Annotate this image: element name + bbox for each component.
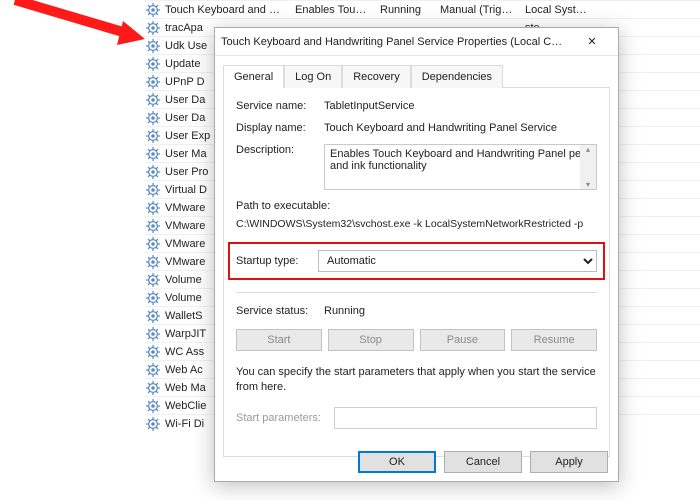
value-service-name: TabletInputService [324, 100, 597, 112]
description-box: Enables Touch Keyboard and Handwriting P… [324, 144, 597, 190]
startup-highlight: Startup type: AutomaticAutomatic (Delaye… [228, 242, 605, 280]
gear-icon [145, 254, 161, 270]
gear-icon [145, 74, 161, 90]
gear-icon [145, 164, 161, 180]
label-description: Description: [236, 144, 324, 156]
service-desc-cell: Enables Tou… [295, 4, 380, 16]
value-path: C:\WINDOWS\System32\svchost.exe -k Local… [236, 218, 597, 230]
service-logon-cell: Local Syste… [525, 4, 595, 16]
dialog-tabs: General Log On Recovery Dependencies [215, 56, 618, 87]
gear-icon [145, 56, 161, 72]
tab-general[interactable]: General [223, 65, 284, 88]
start-params-note: You can specify the start parameters tha… [236, 365, 597, 395]
label-startup-type: Startup type: [236, 255, 318, 267]
gear-icon [145, 182, 161, 198]
value-service-status: Running [324, 305, 365, 317]
gear-icon [145, 200, 161, 216]
label-display-name: Display name: [236, 122, 324, 134]
apply-button[interactable]: Apply [530, 451, 608, 473]
gear-icon [145, 362, 161, 378]
gear-icon [145, 128, 161, 144]
service-status-cell: Running [380, 4, 440, 16]
dialog-title: Touch Keyboard and Handwriting Panel Ser… [221, 36, 572, 48]
tab-dependencies[interactable]: Dependencies [411, 65, 503, 88]
gear-icon [145, 38, 161, 54]
service-type-cell: Manual (Trig… [440, 4, 525, 16]
gear-icon [145, 290, 161, 306]
gear-icon [145, 2, 161, 18]
gear-icon [145, 20, 161, 36]
gear-icon [145, 92, 161, 108]
service-name-cell: Touch Keyboard and Hand… [165, 4, 295, 16]
gear-icon [145, 236, 161, 252]
close-icon[interactable]: ✕ [572, 28, 612, 56]
gear-icon [145, 110, 161, 126]
start-params-input[interactable] [334, 407, 597, 429]
dialog-footer: OK Cancel Apply [358, 451, 608, 473]
gear-icon [145, 308, 161, 324]
divider [236, 292, 597, 293]
gear-icon [145, 146, 161, 162]
gear-icon [145, 326, 161, 342]
resume-button[interactable]: Resume [511, 329, 597, 351]
gear-icon [145, 218, 161, 234]
gear-icon [145, 398, 161, 414]
gear-icon [145, 380, 161, 396]
ok-button[interactable]: OK [358, 451, 436, 473]
gear-icon [145, 344, 161, 360]
tab-recovery[interactable]: Recovery [342, 65, 410, 88]
label-service-name: Service name: [236, 100, 324, 112]
description-scrollbar[interactable]: ▴▾ [580, 145, 596, 189]
label-service-status: Service status: [236, 305, 324, 317]
annotation-arrow [5, 0, 145, 58]
label-path: Path to executable: [236, 200, 597, 212]
cancel-button[interactable]: Cancel [444, 451, 522, 473]
table-row[interactable]: Touch Keyboard and Hand…Enables Tou…Runn… [145, 0, 700, 18]
value-display-name: Touch Keyboard and Handwriting Panel Ser… [324, 122, 597, 134]
value-description: Enables Touch Keyboard and Handwriting P… [330, 148, 587, 172]
dialog-titlebar: Touch Keyboard and Handwriting Panel Ser… [215, 28, 618, 56]
gear-icon [145, 416, 161, 432]
tab-panel-general: Service name: TabletInputService Display… [223, 87, 610, 457]
startup-type-select[interactable]: AutomaticAutomatic (Delayed Start)Manual… [318, 250, 597, 272]
start-button[interactable]: Start [236, 329, 322, 351]
pause-button[interactable]: Pause [420, 329, 506, 351]
tab-logon[interactable]: Log On [284, 65, 342, 88]
service-properties-dialog: Touch Keyboard and Handwriting Panel Ser… [214, 27, 619, 482]
gear-icon [145, 272, 161, 288]
stop-button[interactable]: Stop [328, 329, 414, 351]
label-start-params: Start parameters: [236, 412, 334, 424]
